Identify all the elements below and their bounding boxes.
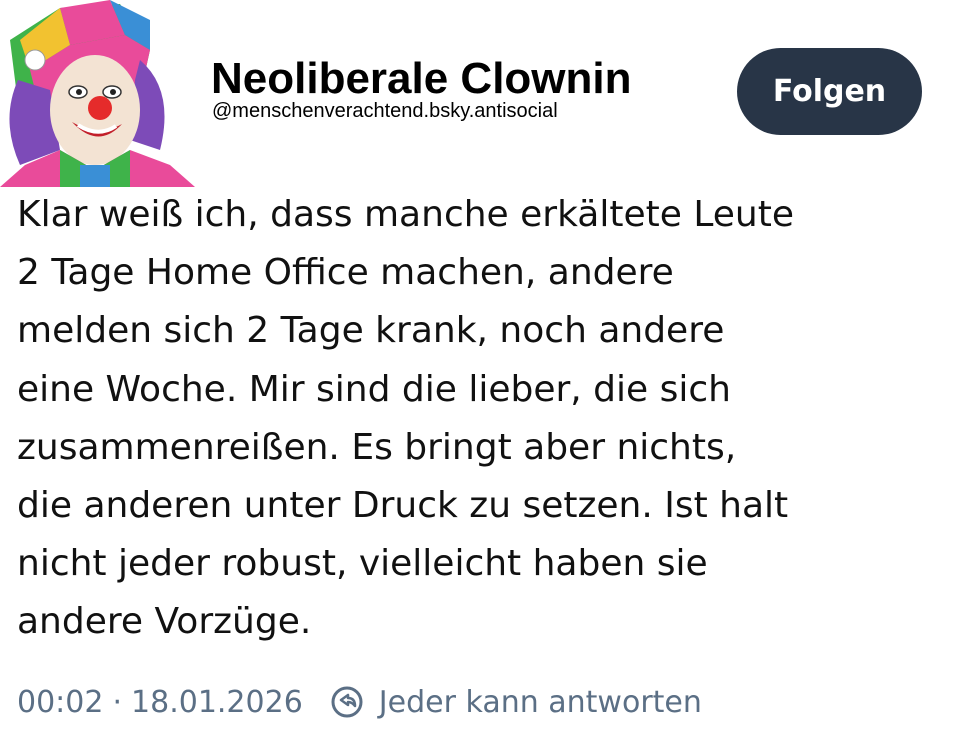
reply-setting-label: Jeder kann antworten	[378, 684, 702, 720]
post-text-line: 2 Tage Home Office machen, andere	[17, 252, 674, 294]
clown-avatar-image	[0, 0, 195, 187]
reply-setting[interactable]: Jeder kann antworten	[329, 684, 702, 720]
post-text-line: zusammenreißen. Es bringt aber nichts,	[17, 426, 737, 468]
user-handle[interactable]: @menschenverachtend.bsky.antisocial	[212, 99, 558, 123]
post-text-line: andere Vorzüge.	[17, 601, 312, 643]
reply-permission-icon	[331, 686, 363, 718]
follow-button[interactable]: Folgen	[737, 48, 922, 135]
meta-separator: ·	[112, 684, 123, 720]
post-date[interactable]: 18.01.2026	[131, 685, 303, 720]
avatar[interactable]	[0, 0, 195, 187]
display-name[interactable]: Neoliberale Clownin	[211, 53, 632, 105]
post-text-line: eine Woche. Mir sind die lieber, die sic…	[17, 368, 731, 410]
post-text-line: Klar weiß ich, dass manche erkältete Leu…	[17, 194, 794, 235]
post-text-line: nicht jeder robust, vielleicht haben sie	[17, 543, 708, 585]
post-text-line: melden sich 2 Tage krank, noch andere	[17, 310, 725, 352]
post-text: Klar weiß ich, dass manche erkältete Leu…	[17, 186, 947, 652]
post-text-line: die anderen unter Druck zu setzen. Ist h…	[17, 485, 789, 527]
post-time[interactable]: 00:02	[17, 685, 103, 720]
post-meta: 00:02 · 18.01.2026 Jeder kann antworten	[17, 677, 702, 727]
